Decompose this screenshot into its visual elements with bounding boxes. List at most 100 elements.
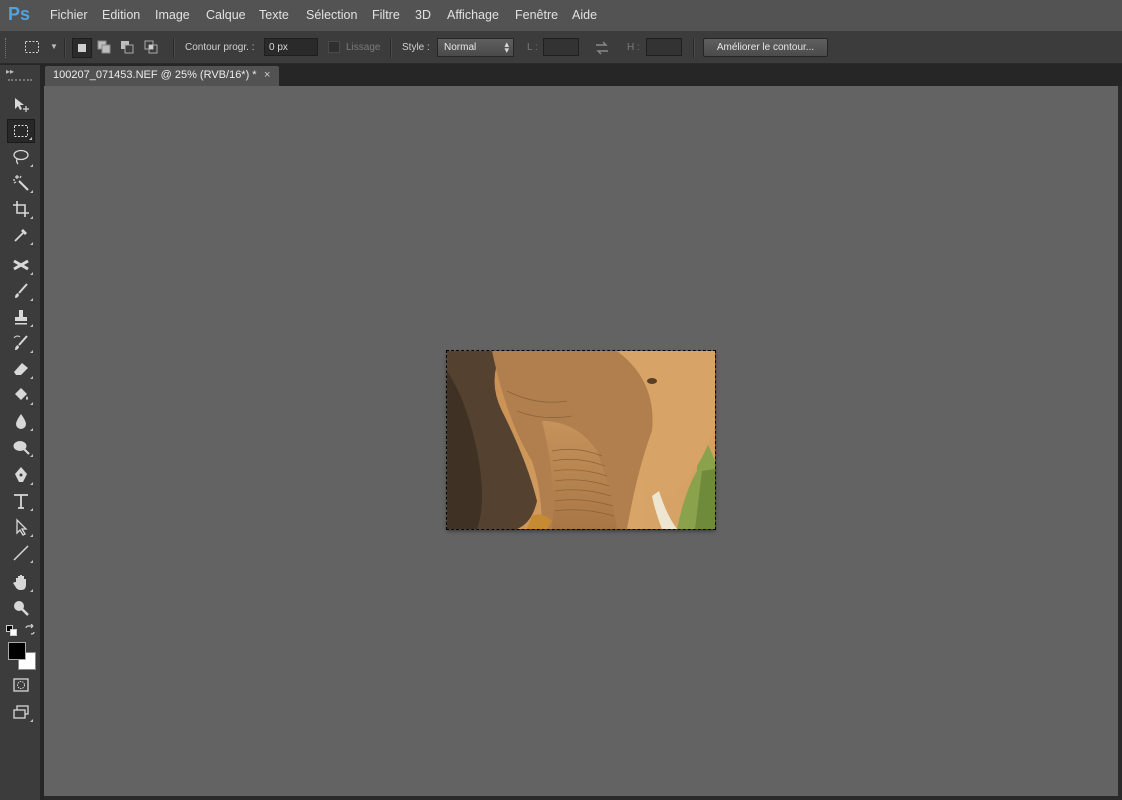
brush-icon — [15, 283, 28, 298]
paint-bucket-tool[interactable] — [7, 383, 35, 407]
menu-filtre[interactable]: Filtre — [372, 8, 400, 22]
screen-mode-icon — [13, 705, 29, 719]
intersect-selection-button[interactable] — [142, 38, 162, 58]
marquee-preset-icon[interactable] — [24, 40, 40, 54]
menu-aide[interactable]: Aide — [572, 8, 597, 22]
submenu-corner-icon — [30, 719, 33, 722]
menu-edition[interactable]: Edition — [102, 8, 140, 22]
document-tab-strip: 100207_071453.NEF @ 25% (RVB/16*) * — [44, 65, 1122, 86]
feather-input[interactable]: 0 px — [264, 38, 318, 56]
submenu-corner-icon — [30, 534, 33, 537]
submenu-corner-icon — [30, 190, 33, 193]
antialias-checkbox[interactable] — [328, 41, 340, 53]
clone-stamp-tool[interactable] — [7, 305, 35, 329]
submenu-corner-icon — [30, 216, 33, 219]
submenu-corner-icon — [30, 560, 33, 563]
menu-fichier[interactable]: Fichier — [50, 8, 88, 22]
spot-healing-tool[interactable] — [7, 253, 35, 277]
submenu-corner-icon — [30, 164, 33, 167]
submenu-corner-icon — [30, 508, 33, 511]
style-select[interactable]: Normal ▴ ▾ — [437, 38, 514, 57]
quick-mask-button[interactable] — [7, 673, 35, 697]
antialias-label: Lissage — [346, 42, 381, 53]
history-brush-icon — [13, 335, 28, 350]
menu-3d[interactable]: 3D — [415, 8, 431, 22]
photoshop-logo[interactable]: Ps — [8, 4, 30, 25]
line-tool[interactable] — [7, 541, 35, 565]
submenu-corner-icon — [30, 272, 33, 275]
add-to-selection-button[interactable] — [95, 38, 115, 58]
blur-tool[interactable] — [7, 409, 35, 433]
default-colors-icon[interactable] — [6, 625, 17, 636]
eyedropper-icon — [14, 229, 27, 242]
document-tab[interactable]: 100207_071453.NEF @ 25% (RVB/16*) * — [45, 66, 279, 86]
type-icon — [14, 494, 28, 509]
crop-icon — [13, 201, 29, 217]
path-selection-tool[interactable] — [7, 515, 35, 539]
chevron-down-icon[interactable]: ▼ — [50, 42, 58, 51]
menu-image[interactable]: Image — [155, 8, 190, 22]
subtract-selection-icon — [121, 41, 134, 54]
menu-fenetre[interactable]: Fenêtre — [515, 8, 558, 22]
move-icon — [15, 98, 29, 112]
line-icon — [13, 545, 29, 561]
submenu-corner-icon — [29, 137, 32, 140]
crop-tool[interactable] — [7, 197, 35, 221]
menu-calque[interactable]: Calque — [206, 8, 246, 22]
zoom-tool[interactable] — [7, 596, 35, 620]
submenu-corner-icon — [30, 482, 33, 485]
submenu-corner-icon — [30, 402, 33, 405]
new-selection-button[interactable] — [72, 38, 92, 58]
style-select-value: Normal — [444, 42, 477, 53]
hand-tool[interactable] — [7, 570, 35, 594]
type-tool[interactable] — [7, 489, 35, 513]
lasso-tool[interactable] — [7, 145, 35, 169]
menu-texte[interactable]: Texte — [259, 8, 289, 22]
hand-icon — [13, 575, 26, 590]
tools-panel-grip[interactable] — [8, 79, 32, 84]
magnifier-icon — [14, 601, 29, 616]
options-bar-grip[interactable] — [5, 38, 9, 58]
path-selection-icon — [16, 518, 28, 536]
width-input[interactable] — [543, 38, 579, 56]
options-bar: ▼ Contour progr. : 0 px Lissage Style : … — [0, 32, 1122, 64]
swap-width-height-icon[interactable] — [594, 40, 610, 56]
submenu-corner-icon — [30, 376, 33, 379]
close-tab-icon[interactable]: × — [264, 69, 270, 81]
submenu-corner-icon — [30, 350, 33, 353]
intersect-selection-icon — [144, 40, 158, 54]
collapse-panel-icon[interactable]: ▸▸ — [6, 67, 14, 76]
stamp-icon — [15, 310, 27, 325]
refine-edge-button[interactable]: Améliorer le contour... — [703, 38, 828, 57]
pen-tool[interactable] — [7, 463, 35, 487]
bandage-icon — [13, 259, 29, 271]
move-tool[interactable] — [7, 93, 35, 117]
eyedropper-tool[interactable] — [7, 223, 35, 247]
subtract-from-selection-button[interactable] — [118, 38, 138, 58]
document-tab-title: 100207_071453.NEF @ 25% (RVB/16*) * — [53, 69, 257, 81]
height-input[interactable] — [646, 38, 682, 56]
eraser-tool[interactable] — [7, 357, 35, 381]
divider — [390, 38, 392, 58]
width-label: L : — [527, 42, 538, 53]
eraser-icon — [14, 363, 28, 375]
quick-mask-icon — [13, 678, 29, 692]
menu-bar: Ps Fichier Edition Image Calque Texte Sé… — [0, 0, 1122, 32]
screen-mode-button[interactable] — [7, 700, 35, 724]
document-image[interactable] — [447, 351, 715, 529]
lasso-icon — [13, 149, 29, 165]
pen-nib-icon — [15, 467, 27, 482]
dodge-tool[interactable] — [7, 435, 35, 459]
foreground-color-swatch[interactable] — [8, 642, 26, 660]
style-label: Style : — [402, 42, 430, 53]
menu-selection[interactable]: Sélection — [306, 8, 357, 22]
rectangular-marquee-tool[interactable] — [7, 119, 35, 143]
paint-bucket-icon — [15, 388, 28, 400]
menu-affichage[interactable]: Affichage — [447, 8, 499, 22]
swap-colors-icon[interactable] — [24, 624, 36, 636]
brush-tool[interactable] — [7, 279, 35, 303]
submenu-corner-icon — [30, 454, 33, 457]
tools-panel: ▸▸ — [0, 65, 42, 800]
history-brush-tool[interactable] — [7, 331, 35, 355]
magic-wand-tool[interactable] — [7, 171, 35, 195]
